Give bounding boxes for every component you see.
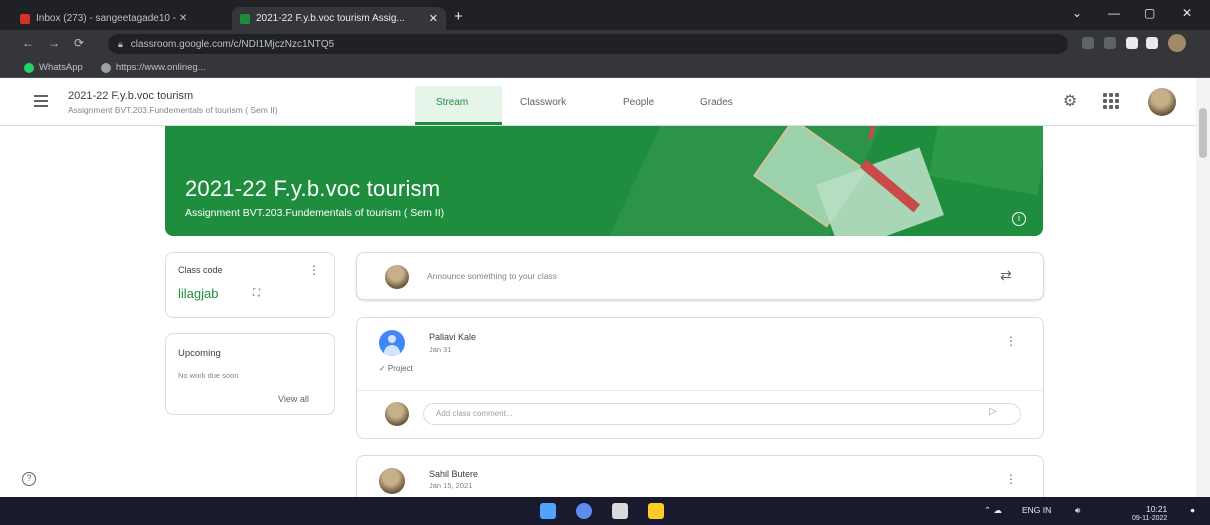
language-indicator[interactable]: ENG IN [1022,505,1051,515]
tray-icons[interactable]: ⌃ ☁ [984,505,1002,516]
class-subtitle: Assignment BVT.203.Fundementals of touri… [68,105,278,115]
bookmark-online[interactable]: https://www.onlineg... [100,62,206,73]
clock-time: 10:21 [1146,504,1168,514]
send-icon[interactable]: ▷ [989,406,997,417]
bookmark-label: https://www.onlineg... [115,62,206,73]
close-tab-icon[interactable]: ✕ [429,12,438,25]
profile-avatar[interactable] [1168,34,1186,52]
browser-tab-classroom[interactable]: 2021-22 F.y.b.voc tourism Assig... ✕ [232,7,446,30]
lock-icon: 🔒︎ [118,38,123,49]
reload-icon[interactable]: ⟳ [74,36,84,50]
banner-title: 2021-22 F.y.b.voc tourism [185,176,441,201]
upcoming-card: Upcoming No work due soon View all [165,333,335,415]
post-author: Sahil Butere [429,469,479,479]
class-title: 2021-22 F.y.b.voc tourism [68,90,194,102]
minimize-button[interactable]: — [1108,6,1120,20]
upcoming-title: Upcoming [178,348,221,359]
stream-post: Pallavi Kale Jan 31 ✓ Project ⋮ Add clas… [356,317,1044,439]
more-options-icon[interactable]: ⋮ [308,263,320,277]
class-comment-input[interactable]: Add class comment... [423,403,1021,425]
page-scrollbar[interactable] [1196,78,1210,498]
tab-stream[interactable]: Stream [436,97,468,108]
browser-tab-inbox[interactable]: Inbox (273) - sangeetagade10 - ✕ [12,7,228,30]
announce-card[interactable]: Announce something to your class ⇄ [356,252,1044,300]
class-code-card: Class code ⋮ lilagjab ⛶ [165,252,335,318]
close-window-button[interactable]: ✕ [1182,6,1192,20]
maximize-button[interactable]: ▢ [1144,6,1155,20]
upcoming-text: No work due soon [178,371,239,380]
whatsapp-icon [24,62,34,73]
info-icon[interactable]: i [1012,212,1026,226]
help-icon[interactable]: ? [22,472,36,486]
bookmark-label: WhatsApp [39,62,83,73]
more-options-icon[interactable]: ⋮ [1005,472,1017,486]
class-code-label: Class code [178,265,223,275]
back-icon[interactable]: ← [22,36,34,50]
clock[interactable]: 10:21 09-11-2022 [1132,505,1167,523]
classroom-icon [240,13,250,24]
post-body[interactable]: ✓ Project [379,364,413,373]
post-author: Pallavi Kale [429,332,477,342]
class-code-value: lilagjab [178,286,219,301]
browser-tab-bar: Inbox (273) - sangeetagade10 - ✕ 2021-22… [0,0,1210,30]
start-icon[interactable] [540,503,556,519]
banner-subtitle: Assignment BVT.203.Fundementals of touri… [185,207,445,219]
file-explorer-icon[interactable] [612,503,628,519]
active-tab-underline [415,122,502,125]
view-all-link[interactable]: View all [278,394,309,404]
forward-icon[interactable]: → [48,36,60,50]
banner-decoration [928,126,1043,195]
clock-date: 09-11-2022 [1132,515,1168,522]
notification-icon[interactable]: ● [1190,505,1195,515]
search-icon[interactable] [576,503,592,519]
scrollbar-thumb[interactable] [1199,108,1207,158]
star-icon[interactable] [1104,37,1116,49]
class-banner: 2021-22 F.y.b.voc tourism Assignment BVT… [165,126,1043,236]
share-icon[interactable] [1082,37,1094,49]
settings-gear-icon[interactable]: ⚙ [1060,92,1080,112]
tab-grades[interactable]: Grades [700,97,733,108]
globe-icon [100,62,111,73]
address-toolbar: ← → ⟳ 🔒︎ classroom.google.com/c/NDI1Mjcz… [0,30,1210,58]
menu-icon[interactable] [34,95,48,110]
post-date: Jan 15, 2021 [429,481,473,490]
more-options-icon[interactable]: ⋮ [1005,334,1017,348]
extensions-icon[interactable] [1126,37,1138,49]
divider [357,390,1043,391]
author-avatar [379,468,405,494]
new-tab-button[interactable]: + [454,8,463,25]
tab-label: Inbox (273) - sangeetagade10 - ✕ [36,13,188,24]
gmail-icon [20,13,30,24]
sidepanel-icon[interactable] [1146,37,1158,49]
tab-classwork[interactable]: Classwork [520,97,566,108]
network-icon[interactable]: 🔊︎ [1075,505,1080,516]
tab-search-icon[interactable]: ⌄ [1072,6,1082,20]
user-avatar [385,265,409,289]
tab-label: 2021-22 F.y.b.voc tourism Assig... [256,13,405,24]
announce-placeholder[interactable]: Announce something to your class [427,271,557,281]
url-text: classroom.google.com/c/NDI1MjczNzc1NTQ5 [130,38,335,50]
user-avatar [385,402,409,426]
tab-people[interactable]: People [623,97,654,108]
classroom-header: 2021-22 F.y.b.voc tourism Assignment BVT… [0,78,1196,126]
repost-icon[interactable]: ⇄ [1000,267,1012,284]
fullscreen-icon[interactable]: ⛶ [253,288,261,299]
bookmark-whatsapp[interactable]: WhatsApp [24,62,83,73]
google-apps-icon[interactable] [1103,93,1119,109]
chrome-icon[interactable] [648,503,664,519]
account-avatar[interactable] [1148,88,1176,116]
bookmarks-bar: WhatsApp https://www.onlineg... [0,58,1210,78]
windows-taskbar: ⌃ ☁ ENG IN 🔊︎ 10:21 09-11-2022 ● [0,497,1210,525]
author-avatar [379,330,405,356]
url-bar[interactable]: 🔒︎ classroom.google.com/c/NDI1MjczNzc1NT… [108,34,1068,54]
post-date: Jan 31 [429,345,452,354]
